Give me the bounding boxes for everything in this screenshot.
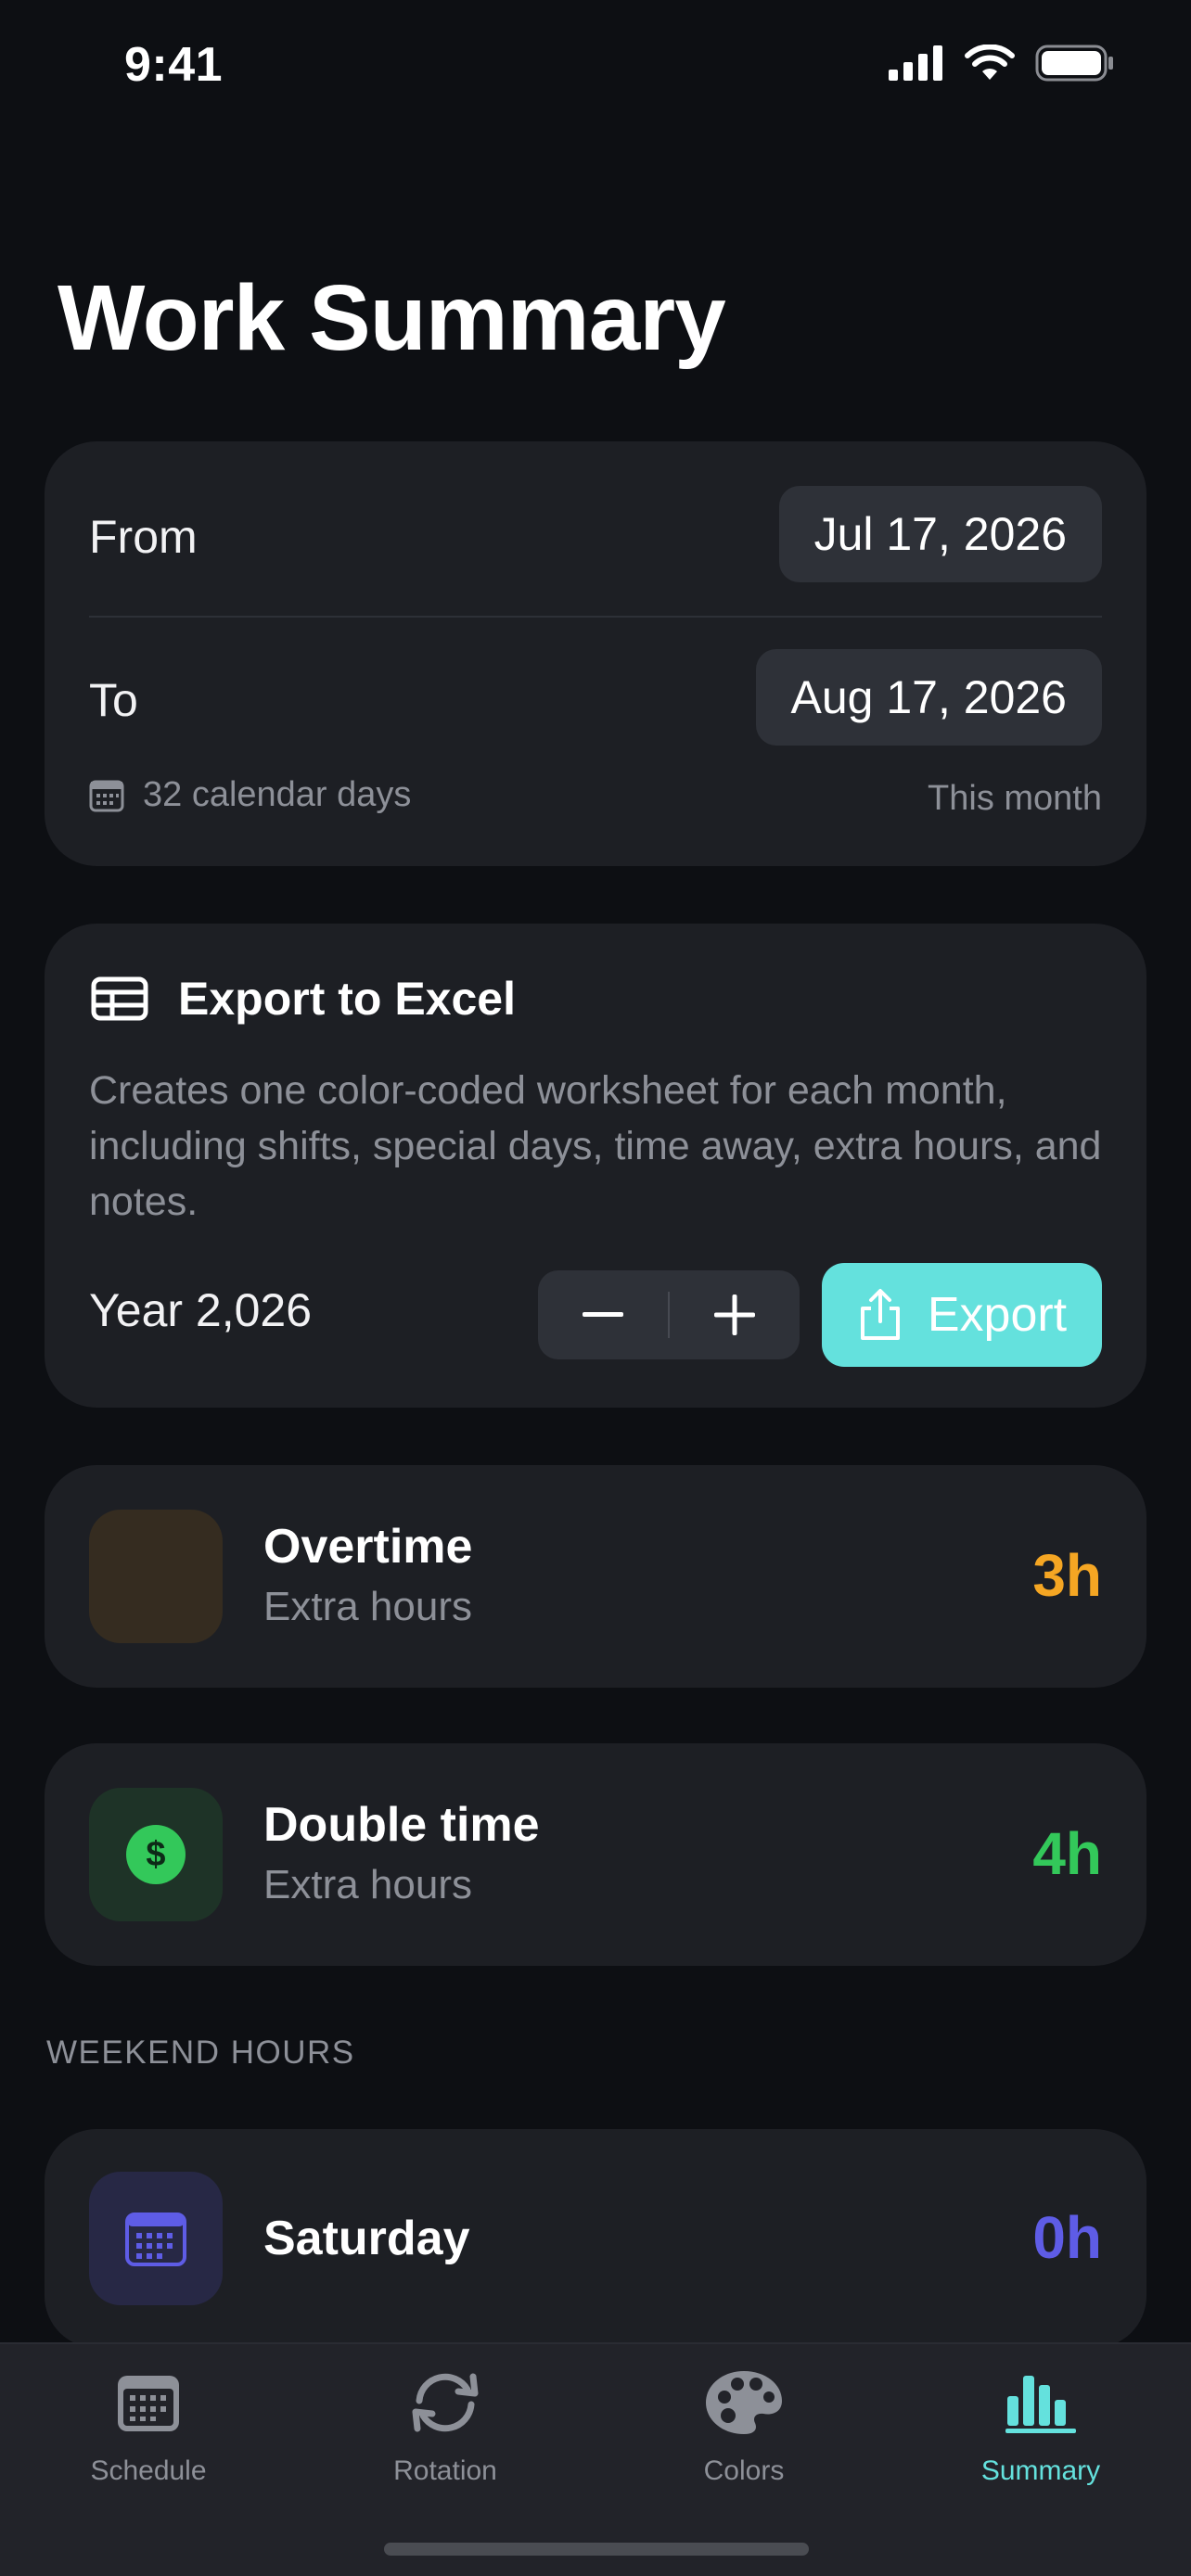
saturday-card[interactable]: Saturday 0h xyxy=(45,2129,1146,2348)
tab-label: Summary xyxy=(980,2455,1101,2486)
tab-label: Schedule xyxy=(90,2455,207,2486)
minus-icon xyxy=(583,1312,623,1317)
status-icons xyxy=(889,45,1115,82)
saturday-value: 0h xyxy=(1032,2204,1102,2271)
export-card: Export to Excel Creates one color-coded … xyxy=(45,924,1146,1408)
app-screen: 9:41 Work Summary From Jul 17, 2026 To A… xyxy=(0,0,1191,2576)
to-date-picker[interactable]: Aug 17, 2026 xyxy=(755,649,1102,746)
overtime-card[interactable]: Overtime Extra hours 3h xyxy=(45,1465,1146,1688)
home-indicator xyxy=(384,2543,809,2556)
overtime-icon xyxy=(89,1510,223,1643)
tab-colors[interactable]: Colors xyxy=(651,2363,837,2487)
days-count-text: 32 calendar days xyxy=(143,775,412,814)
year-stepper xyxy=(538,1270,800,1359)
calendar-icon xyxy=(118,2376,179,2431)
palette-icon xyxy=(706,2371,782,2434)
export-button-label: Export xyxy=(927,1288,1068,1342)
tab-rotation[interactable]: Rotation xyxy=(352,2363,538,2487)
tab-summary[interactable]: Summary xyxy=(948,2363,1133,2487)
calendar-small-icon xyxy=(89,780,124,811)
saturday-icon-tile xyxy=(89,2172,223,2305)
status-bar: 9:41 xyxy=(0,0,1191,139)
tab-label: Rotation xyxy=(393,2455,497,2486)
tab-bar: Schedule Rotation Colors Summary xyxy=(0,2342,1191,2576)
tab-label: Colors xyxy=(703,2455,785,2486)
double-time-icon-tile: $ xyxy=(89,1788,223,1921)
weekend-hours-header: WEEKEND HOURS xyxy=(46,2034,355,2071)
from-date-picker[interactable]: Jul 17, 2026 xyxy=(778,486,1102,582)
overtime-value: 3h xyxy=(1032,1542,1102,1609)
export-title: Export to Excel xyxy=(178,973,516,1025)
from-label: From xyxy=(89,511,198,563)
double-time-card[interactable]: $ Double time Extra hours 4h xyxy=(45,1743,1146,1966)
table-icon xyxy=(91,976,148,1021)
tab-schedule[interactable]: Schedule xyxy=(56,2363,241,2487)
cellular-signal-icon xyxy=(889,45,942,81)
export-button[interactable]: Export xyxy=(822,1263,1102,1367)
chart-bars-icon xyxy=(1005,2376,1076,2433)
share-icon xyxy=(860,1289,900,1340)
dollar-icon: $ xyxy=(126,1825,186,1884)
calendar-icon xyxy=(125,2213,186,2266)
to-label: To xyxy=(89,674,138,726)
days-count: 32 calendar days xyxy=(89,775,411,815)
svg-text:$: $ xyxy=(146,1835,165,1874)
double-time-subtitle: Extra hours xyxy=(263,1862,472,1907)
rotation-icon xyxy=(412,2373,479,2432)
preset-this-month[interactable]: This month xyxy=(928,779,1102,819)
year-decrement-button[interactable] xyxy=(538,1270,668,1359)
export-description: Creates one color-coded worksheet for ea… xyxy=(89,1068,1102,1224)
overtime-title: Overtime xyxy=(263,1520,473,1574)
divider xyxy=(89,616,1102,618)
overtime-subtitle: Extra hours xyxy=(263,1584,472,1629)
page-title: Work Summary xyxy=(58,266,726,370)
plus-icon xyxy=(714,1294,755,1335)
wifi-icon xyxy=(965,45,1015,80)
double-time-value: 4h xyxy=(1032,1820,1102,1887)
saturday-title: Saturday xyxy=(263,2212,470,2265)
export-header: Export to Excel xyxy=(91,972,516,1026)
year-increment-button[interactable] xyxy=(670,1270,800,1359)
battery-icon xyxy=(1035,45,1113,82)
date-range-card: From Jul 17, 2026 To Aug 17, 2026 32 cal… xyxy=(45,441,1146,866)
status-time: 9:41 xyxy=(124,38,224,92)
year-label: Year 2,026 xyxy=(89,1284,313,1336)
double-time-title: Double time xyxy=(263,1798,540,1852)
